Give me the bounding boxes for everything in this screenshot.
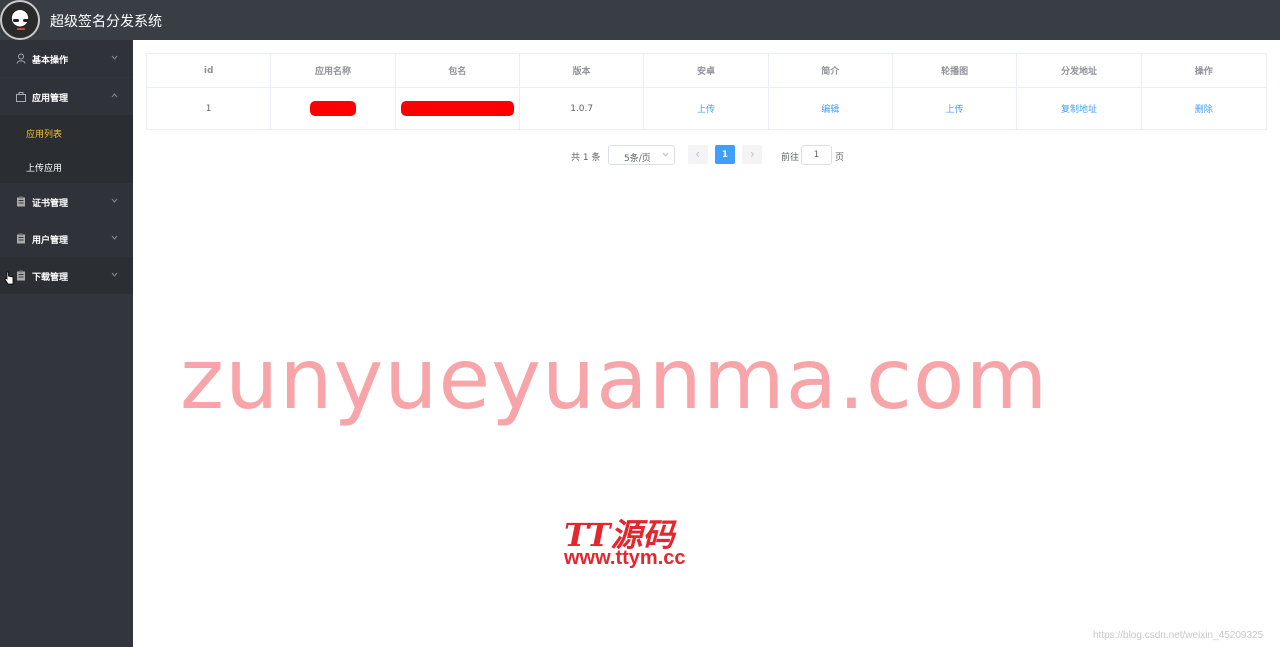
- clipboard-icon: [17, 196, 25, 207]
- page-size-value: 5条/页: [624, 154, 651, 164]
- copy-address-link[interactable]: 复制地址: [1061, 102, 1097, 115]
- column-header: 操作: [1194, 67, 1213, 77]
- cell-app-name: [271, 88, 396, 129]
- column-header: 版本: [520, 54, 645, 87]
- menu-label: 基本操作: [32, 56, 69, 66]
- cell-dist-address: 复制地址: [1017, 88, 1142, 129]
- cell-package-name: [396, 88, 520, 129]
- top-header: 超级签名分发系统: [0, 0, 1280, 40]
- submenu-label: 应用列表: [26, 130, 63, 140]
- user-icon: [16, 53, 26, 64]
- upload-carousel-link[interactable]: 上传: [946, 102, 964, 115]
- sidebar: 基本操作 应用管理 应用列表 上传应用 证书管理 用户管理 下载管理: [0, 40, 133, 647]
- watermark-blog-url: https://blog.csdn.net/weixin_45209325: [1093, 630, 1264, 641]
- cell-actions: 删除: [1142, 88, 1266, 129]
- table-header: id 应用名称 包名 版本 安卓 简介 轮播图 分发地址 操作: [147, 54, 1266, 88]
- cell-id: 1: [147, 88, 272, 129]
- delete-link[interactable]: 删除: [1195, 102, 1213, 115]
- cell-carousel: 上传: [893, 88, 1018, 129]
- column-header: 分发地址: [1017, 54, 1142, 87]
- bag-icon: [16, 92, 26, 102]
- chevron-down-icon: [662, 152, 669, 157]
- next-page-button[interactable]: [742, 145, 762, 164]
- app-title: 超级签名分发系统: [50, 14, 162, 30]
- page-unit-label: 页: [835, 153, 845, 163]
- hand-cursor-icon: [4, 271, 14, 285]
- goto-page-input[interactable]: 1: [801, 145, 832, 165]
- redacted-package-name: [400, 101, 514, 116]
- clipboard-icon: [17, 270, 25, 281]
- column-header: 安卓: [644, 54, 769, 87]
- menu-label: 下载管理: [32, 273, 69, 283]
- column-header: 简介: [769, 54, 893, 87]
- clipboard-icon: [17, 233, 25, 244]
- redacted-app-name: [309, 101, 356, 116]
- watermark-text: zunyueyuanma.com: [180, 330, 1049, 428]
- cell-intro: 编辑: [769, 88, 893, 129]
- menu-label: 用户管理: [32, 236, 69, 246]
- chevron-left-icon: [695, 151, 700, 158]
- page-size-select[interactable]: 5条/页: [608, 145, 675, 165]
- column-header: 包名: [396, 54, 520, 87]
- column-header: id: [147, 54, 272, 87]
- pagination: 共 1 条 5条/页 1 前往 1 页: [0, 144, 1280, 166]
- menu-download-management[interactable]: 下载管理: [0, 257, 133, 294]
- upload-android-link[interactable]: 上传: [697, 102, 715, 115]
- watermark-url: www.ttym.cc: [564, 547, 686, 569]
- column-header: 应用名称: [271, 54, 396, 87]
- menu-cert-management[interactable]: 证书管理: [0, 183, 133, 220]
- chevron-down-icon: [111, 272, 118, 277]
- menu-user-management[interactable]: 用户管理: [0, 220, 133, 257]
- app-table: id 应用名称 包名 版本 安卓 简介 轮播图 分发地址 操作 1 1.0.7 …: [146, 53, 1267, 130]
- goto-label: 前往: [781, 153, 800, 163]
- menu-basic-ops[interactable]: 基本操作: [0, 40, 133, 77]
- menu-label: 证书管理: [32, 199, 69, 209]
- pagination-total: 共 1 条: [571, 153, 601, 163]
- cell-android: 上传: [644, 88, 769, 129]
- edit-intro-link[interactable]: 编辑: [821, 102, 839, 115]
- menu-app-management[interactable]: 应用管理: [0, 78, 133, 115]
- avatar[interactable]: [0, 0, 40, 40]
- prev-page-button[interactable]: [688, 145, 708, 164]
- page-number-button[interactable]: 1: [715, 145, 735, 164]
- menu-label: 应用管理: [32, 94, 69, 104]
- chevron-down-icon: [111, 55, 118, 60]
- cell-version: 1.0.7: [520, 88, 645, 129]
- chevron-right-icon: [750, 151, 755, 158]
- chevron-up-icon: [111, 93, 118, 98]
- chevron-down-icon: [111, 235, 118, 240]
- chevron-down-icon: [111, 198, 118, 203]
- table-row: 1 1.0.7 上传 编辑 上传 复制地址 删除: [147, 88, 1266, 129]
- column-header: 轮播图: [893, 54, 1018, 87]
